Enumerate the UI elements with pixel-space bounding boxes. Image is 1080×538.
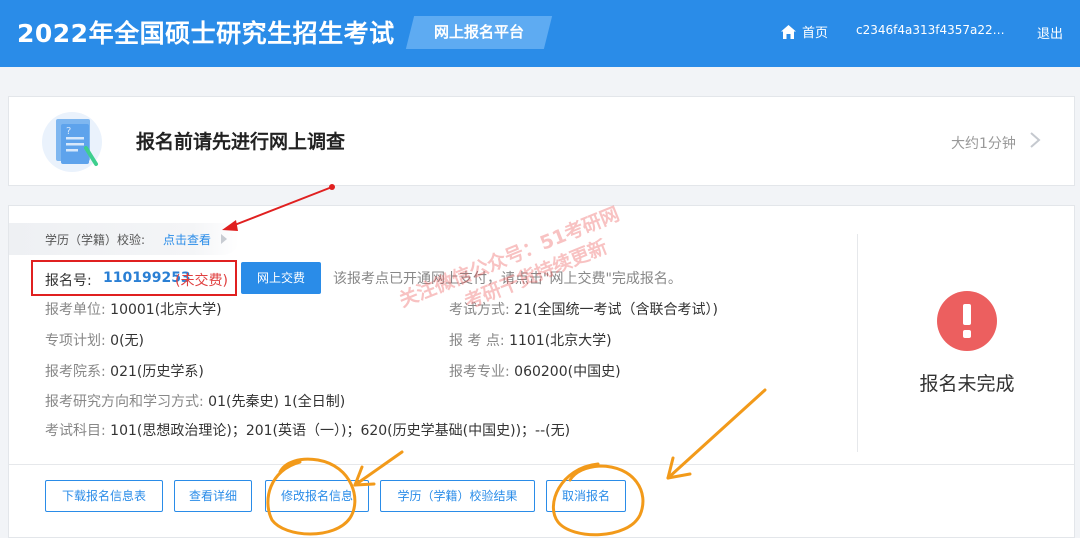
subjects-row: 考试科目: 101(思想政治理论)；201(英语（一）)；620(历史学基础(中… — [45, 420, 570, 440]
direction-row: 报考研究方向和学习方式: 01(先秦史) 1(全日制) — [45, 391, 345, 411]
dept-label: 报考院系: — [45, 364, 106, 380]
subjects-label: 考试科目: — [45, 423, 106, 439]
verify-label: 学历（学籍）校验: — [45, 233, 146, 247]
top-header: 2022年全国硕士研究生招生考试 网上报名平台 首页 c2346f4a313f4… — [0, 0, 1080, 67]
user-id[interactable]: c2346f4a313f4357a2294… — [856, 23, 1011, 37]
education-verify-bar: 学历（学籍）校验: 点击查看 — [9, 223, 239, 255]
home-label: 首页 — [802, 26, 829, 41]
registration-number-box: 报名号: 110199253 (未交费) — [31, 260, 237, 296]
plan-value: 0(无) — [110, 333, 145, 349]
survey-card[interactable]: ? 报名前请先进行网上调查 大约1分钟 — [8, 96, 1075, 186]
dept-value: 021(历史学系) — [110, 364, 204, 380]
download-info-button[interactable]: 下载报名信息表 — [45, 480, 163, 512]
vertical-divider — [857, 234, 858, 452]
registration-status: 报名未完成 — [919, 373, 1015, 395]
registration-card: 学历（学籍）校验: 点击查看 报名号: 110199253 (未交费) 网上交费… — [8, 205, 1075, 538]
exam-mode-label: 考试方式: — [449, 302, 510, 318]
survey-title: 报名前请先进行网上调查 — [136, 131, 346, 153]
platform-badge: 网上报名平台 — [405, 16, 553, 49]
modify-info-button[interactable]: 修改报名信息 — [265, 480, 369, 512]
site-value: 1101(北京大学) — [509, 333, 612, 349]
subjects-value: 101(思想政治理论)；201(英语（一）)；620(历史学基础(中国史))；-… — [110, 423, 571, 439]
site-label: 报 考 点: — [449, 333, 505, 349]
chevron-right-icon — [1030, 132, 1041, 148]
direction-label: 报考研究方向和学习方式: — [45, 394, 204, 410]
home-icon — [781, 24, 796, 39]
verify-arrow-icon — [221, 234, 227, 244]
major-value: 060200(中国史) — [514, 364, 621, 380]
major-label: 报考专业: — [449, 364, 510, 380]
major-row: 报考专业: 060200(中国史) — [449, 361, 621, 381]
verify-result-button[interactable]: 学历（学籍）校验结果 — [380, 480, 535, 512]
pay-note: 该报考点已开通网上支付，请点击"网上交费"完成报名。 — [333, 271, 682, 287]
plan-row: 专项计划: 0(无) — [45, 330, 144, 350]
direction-value: 01(先秦史) 1(全日制) — [208, 394, 346, 410]
registration-number-label: 报名号: — [45, 273, 92, 289]
horizontal-divider — [9, 464, 1074, 465]
error-icon — [937, 291, 997, 351]
dept-row: 报考院系: 021(历史学系) — [45, 361, 204, 381]
home-link[interactable]: 首页 — [781, 22, 828, 41]
site-row: 报 考 点: 1101(北京大学) — [449, 330, 612, 350]
verify-view-link[interactable]: 点击查看 — [163, 231, 211, 248]
online-pay-button[interactable]: 网上交费 — [241, 262, 321, 294]
exam-mode-row: 考试方式: 21(全国统一考试（含联合考试）) — [449, 299, 718, 319]
page-title: 2022年全国硕士研究生招生考试 — [17, 19, 395, 48]
plan-label: 专项计划: — [45, 333, 106, 349]
cancel-registration-button[interactable]: 取消报名 — [546, 480, 626, 512]
survey-document-icon: ? — [42, 112, 102, 172]
unit-label: 报考单位: — [45, 302, 106, 318]
survey-duration: 大约1分钟 — [951, 136, 1016, 152]
logout-link[interactable]: 退出 — [1037, 23, 1063, 42]
unit-row: 报考单位: 10001(北京大学) — [45, 299, 222, 319]
platform-label: 网上报名平台 — [433, 23, 524, 41]
exam-mode-value: 21(全国统一考试（含联合考试）) — [514, 302, 718, 318]
unit-value: 10001(北京大学) — [110, 302, 222, 318]
svg-text:?: ? — [66, 126, 71, 137]
view-detail-button[interactable]: 查看详细 — [174, 480, 252, 512]
pay-status: (未交费) — [175, 273, 228, 289]
